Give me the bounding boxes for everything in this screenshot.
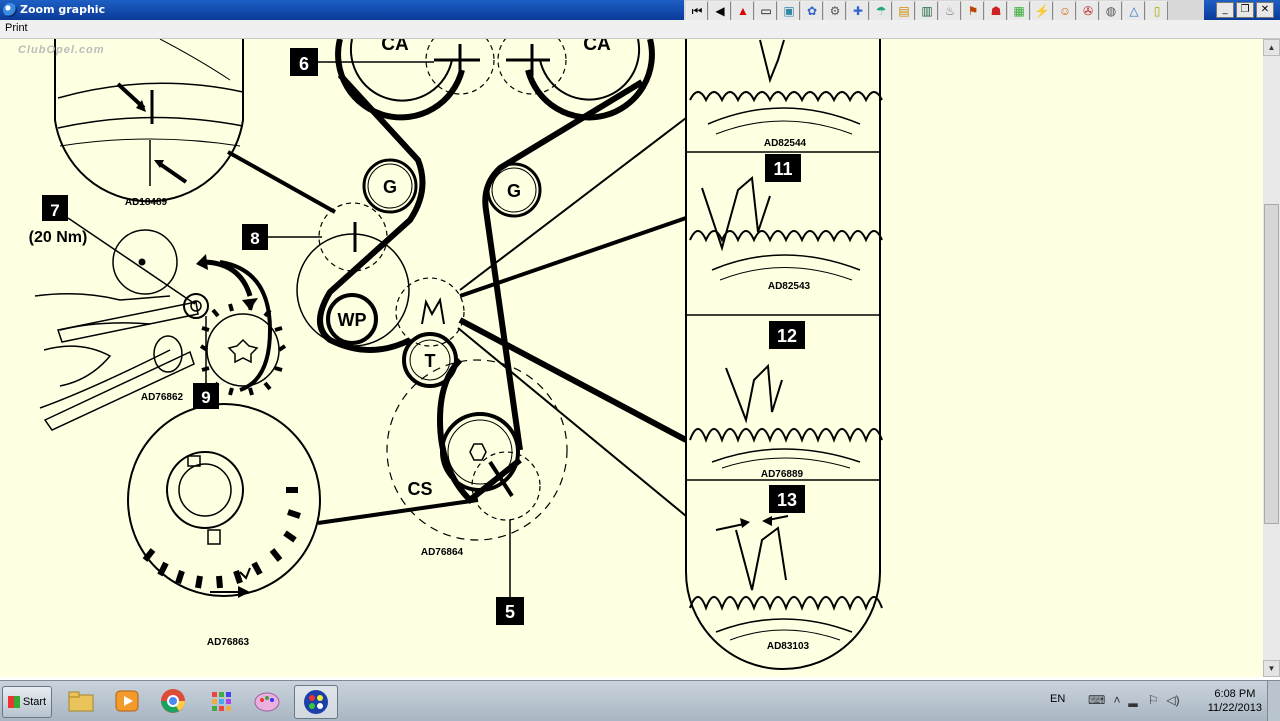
label-wp: WP xyxy=(338,310,367,330)
callout-8: 8 xyxy=(250,229,259,248)
timing-belt-diagram: 6 7 8 9 5 11 12 13 CA CA G G WP T CS (20… xyxy=(29,39,883,670)
volume-icon[interactable]: ◁) xyxy=(1166,693,1180,707)
show-hidden-icons-icon[interactable]: ˄ xyxy=(1110,693,1124,707)
callout-7: 7 xyxy=(50,201,59,220)
engine-icon[interactable]: ⚙ xyxy=(824,1,846,21)
start-label: Start xyxy=(22,696,47,708)
globe-icon[interactable]: ◍ xyxy=(1100,1,1122,21)
callout-11: 11 xyxy=(773,159,792,179)
oil-can-icon[interactable]: ♨ xyxy=(939,1,961,21)
label-t: T xyxy=(425,351,436,371)
network-icon[interactable]: ✇ xyxy=(1077,1,1099,21)
label-ca-left: CA xyxy=(381,39,409,55)
start-button[interactable]: Start xyxy=(2,686,52,718)
label-torque: (20 Nm) xyxy=(29,229,88,246)
callout-13: 13 xyxy=(777,490,797,510)
toolbar: ⏮ ◀ ▲ ▭ ▣ ✿ ⚙ ✚ ☂ ▤ ▥ ♨ ⚑ ☗ ▦ ⚡ ☺ ✇ ◍ △ … xyxy=(684,0,1204,22)
scroll-up-icon[interactable]: ▲ xyxy=(1263,39,1280,56)
code-ad76862: AD76862 xyxy=(141,392,184,403)
code-ad18489: AD18489 xyxy=(125,197,168,208)
wrench-icon[interactable]: ✚ xyxy=(847,1,869,21)
tooth-detail-panel xyxy=(685,39,883,670)
show-desktop-button[interactable] xyxy=(1267,681,1280,721)
callout-9: 9 xyxy=(201,388,210,407)
note-icon[interactable]: ▯ xyxy=(1146,1,1168,21)
action-center-flag-icon[interactable]: ⚐ xyxy=(1146,693,1160,707)
opel-app-icon[interactable] xyxy=(294,685,338,719)
system-tray: EN ⌨ ˄ ▂ ⚐ ◁) 6:08 PM 11/22/2013 xyxy=(1040,681,1280,721)
language-indicator[interactable]: EN xyxy=(1050,693,1065,705)
detail-ad76863 xyxy=(127,403,479,598)
warning-icon[interactable]: ▲ xyxy=(732,1,754,21)
scroll-down-icon[interactable]: ▼ xyxy=(1263,660,1280,677)
code-ad76863: AD76863 xyxy=(207,637,250,648)
code-ad82544: AD82544 xyxy=(764,138,807,149)
callout-6: 6 xyxy=(299,54,309,74)
vertical-scrollbar[interactable]: ▲ ▼ xyxy=(1263,39,1280,677)
apps-grid-icon[interactable] xyxy=(200,685,242,717)
signal-icon[interactable]: ▂ xyxy=(1126,693,1140,707)
callout-12: 12 xyxy=(777,326,797,346)
code-ad82543: AD82543 xyxy=(768,281,811,292)
lightning-icon[interactable]: ⚡ xyxy=(1031,1,1053,21)
belt-routing xyxy=(268,39,688,598)
chrome-icon[interactable] xyxy=(152,685,194,717)
taskbar: Start EN ⌨ ˄ ▂ ⚐ ◁) 6:08 PM 11/22/2013 xyxy=(0,680,1280,721)
component-labels: CA CA G G WP T CS (20 Nm) xyxy=(29,39,611,499)
window-controls: _ ❐ ✕ xyxy=(1216,2,1274,18)
app-icon xyxy=(3,3,17,17)
car-icon[interactable]: ⚑ xyxy=(962,1,984,21)
clock-time: 6:08 PM xyxy=(1214,688,1256,700)
windows-logo-icon xyxy=(7,696,20,708)
fuel-icon[interactable]: ☂ xyxy=(870,1,892,21)
code-ad76864: AD76864 xyxy=(421,547,464,558)
car-lift-icon[interactable]: ▥ xyxy=(916,1,938,21)
diagram-canvas[interactable]: 6 7 8 9 5 11 12 13 CA CA G G WP T CS (20… xyxy=(0,39,1263,677)
car-repair-icon[interactable]: ☺ xyxy=(1054,1,1076,21)
battery-icon[interactable]: ▤ xyxy=(893,1,915,21)
first-page-icon[interactable]: ⏮ xyxy=(686,1,708,21)
file-explorer-icon[interactable] xyxy=(60,685,102,717)
keyboard-icon[interactable]: ⌨ xyxy=(1088,693,1105,707)
window-title: Zoom graphic xyxy=(20,3,106,16)
code-ad76889: AD76889 xyxy=(761,469,804,480)
image-icon[interactable]: ▣ xyxy=(778,1,800,21)
document-stack-icon[interactable]: ▦ xyxy=(1008,1,1030,21)
blank-page-icon[interactable]: ▭ xyxy=(755,1,777,21)
gear-tool-icon[interactable]: ✿ xyxy=(801,1,823,21)
label-cs: CS xyxy=(407,479,432,499)
triangle-warning-icon[interactable]: △ xyxy=(1123,1,1145,21)
media-player-icon[interactable] xyxy=(106,685,148,717)
clock[interactable]: 6:08 PM 11/22/2013 xyxy=(1208,687,1262,715)
display-icon[interactable]: ☗ xyxy=(985,1,1007,21)
callout-5: 5 xyxy=(505,602,515,622)
paint-icon[interactable] xyxy=(246,685,288,717)
minimize-button[interactable]: _ xyxy=(1216,2,1234,18)
menu-bar: Print xyxy=(0,20,1280,39)
label-g-left: G xyxy=(383,177,397,197)
clock-date: 11/22/2013 xyxy=(1207,702,1262,714)
previous-icon[interactable]: ◀ xyxy=(709,1,731,21)
restore-button[interactable]: ❐ xyxy=(1236,2,1254,18)
close-button[interactable]: ✕ xyxy=(1256,2,1274,18)
scroll-thumb[interactable] xyxy=(1264,204,1279,524)
label-ca-right: CA xyxy=(583,39,611,55)
label-g-right: G xyxy=(507,181,521,201)
menu-print[interactable]: Print xyxy=(5,22,28,34)
code-ad83103: AD83103 xyxy=(767,641,810,652)
watermark: ClubOpel.com xyxy=(18,44,105,56)
